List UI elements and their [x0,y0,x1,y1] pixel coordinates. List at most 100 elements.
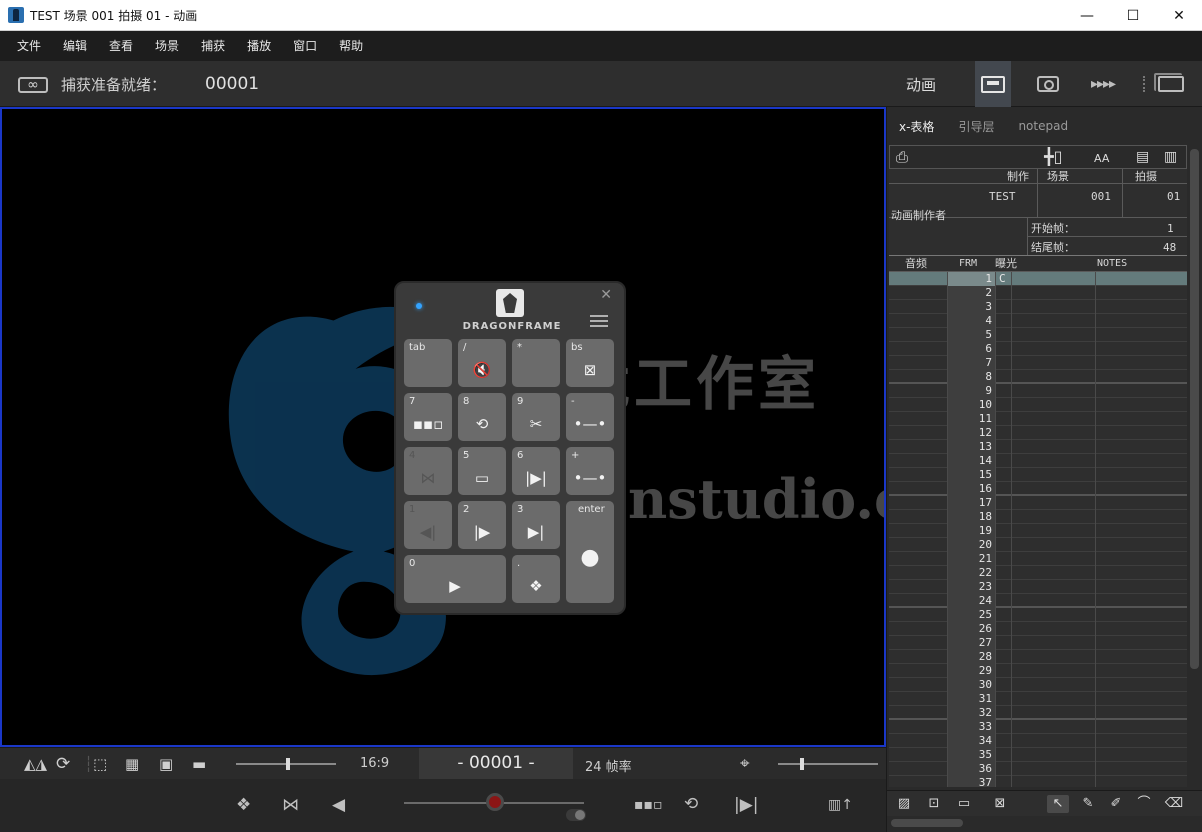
frame-row[interactable]: 35 [889,748,1187,762]
print-icon[interactable]: ⎙ [896,149,908,165]
frame-row[interactable]: 19 [889,524,1187,538]
frame-row[interactable]: 11 [889,412,1187,426]
menu-playback[interactable]: 播放 [236,31,282,61]
zoom-slider-thumb[interactable] [800,758,804,770]
timeline-expand-icon[interactable]: ▥↑ [828,795,853,815]
audio-track-icon[interactable]: ▨ [893,795,915,813]
menu-help[interactable]: 帮助 [328,31,374,61]
crosshair-icon[interactable]: ⌖ [740,755,750,773]
onion-toggle[interactable] [566,809,586,821]
onion-skin-toggle-icon[interactable]: ⋈ [282,795,299,815]
frame-row[interactable]: 20 [889,538,1187,552]
curve-tool-icon[interactable]: ⌒ [1133,795,1155,813]
key-3[interactable]: 3 ▶| [512,501,560,549]
opacity-slider-thumb[interactable] [286,758,290,770]
frame-rate[interactable]: 24 帧率 [585,756,632,775]
frame-row[interactable]: 10 [889,398,1187,412]
sheet-layout-icon[interactable]: ▤ [1136,149,1149,165]
eraser-tool-icon[interactable]: ⌫ [1163,795,1185,813]
frame-row[interactable]: 3 [889,300,1187,314]
key-6[interactable]: 6 |▶| [512,447,560,495]
frame-row[interactable]: 4 [889,314,1187,328]
key-minus[interactable]: - •—• [566,393,614,441]
frame-row[interactable]: 21 [889,552,1187,566]
key-2[interactable]: 2 |▶ [458,501,506,549]
frame-row[interactable]: 24 [889,594,1187,608]
key-7[interactable]: 7 ▪▪▫ [404,393,452,441]
safe-area-icon[interactable]: ⬚ [93,755,107,773]
animation-mode-button[interactable] [975,61,1011,107]
record-indicator-icon[interactable] [486,793,504,811]
frame-row[interactable]: 27 [889,636,1187,650]
horizontal-scrollbar[interactable] [891,819,963,827]
frame-row[interactable]: 14 [889,454,1187,468]
audio-mode-button[interactable]: ▸▸▸▸ [1085,61,1121,107]
frame-row[interactable]: 31 [889,692,1187,706]
frame-marker-icon[interactable]: ▭ [953,795,975,813]
frame-row[interactable]: 12 [889,426,1187,440]
frame-row[interactable]: 2 [889,286,1187,300]
menu-file[interactable]: 文件 [6,31,52,61]
highres-toggle-icon[interactable]: ❖ [236,795,251,815]
column-exposure[interactable]: 曝光 [995,257,1017,271]
column-audio[interactable]: 音频 [905,257,927,271]
key-enter[interactable]: enter ● [566,501,614,603]
key-plus[interactable]: + •—• [566,447,614,495]
menu-view[interactable]: 查看 [98,31,144,61]
mask-icon[interactable]: ▣ [159,755,173,773]
refresh-icon[interactable]: ⟳ [56,755,70,773]
camera-viewer[interactable]: 睡龙工作室 网站 lemonstudio.com ✕ DRAGONFRAME t… [0,107,886,747]
frame-row[interactable]: 8 [889,370,1187,384]
key-dot[interactable]: . ❖ [512,555,560,603]
toggle-live-icon[interactable]: |▶| [734,795,759,815]
vertical-scrollbar[interactable] [1190,149,1199,669]
tab-guide-layer[interactable]: 引导层 [958,118,994,135]
frame-row[interactable]: 33 [889,720,1187,734]
font-size-icon[interactable]: AA [1094,151,1109,167]
keypad-close-icon[interactable]: ✕ [600,287,612,303]
x-sheet-grid[interactable]: 制作 场景 拍摄 TEST 001 01 动画制作者 开始帧： 1 结尾帧： 4… [889,169,1187,787]
frame-row[interactable]: 25 [889,608,1187,622]
key-0[interactable]: 0 ▶ [404,555,506,603]
key-backspace[interactable]: bs ⊠ [566,339,614,387]
menu-capture[interactable]: 捕获 [190,31,236,61]
short-play-icon[interactable]: ▪▪▫ [634,795,662,815]
minimize-button[interactable]: — [1064,0,1110,31]
cinematography-mode-button[interactable] [1153,61,1189,107]
frame-row[interactable]: 29 [889,664,1187,678]
frame-row[interactable]: 6 [889,342,1187,356]
menu-edit[interactable]: 编辑 [52,31,98,61]
frame-row[interactable]: 5 [889,328,1187,342]
menu-scene[interactable]: 场景 [144,31,190,61]
keypad-menu-icon[interactable] [590,315,608,327]
frame-row[interactable]: 1C [889,272,1187,286]
key-4[interactable]: 4 ⋈ [404,447,452,495]
loop-icon[interactable]: ∞ [18,77,48,93]
menu-window[interactable]: 窗口 [282,31,328,61]
key-tab[interactable]: tab [404,339,452,387]
frame-row[interactable]: 32 [889,706,1187,720]
frame-row[interactable]: 37 [889,776,1187,787]
key-9[interactable]: 9 ✂ [512,393,560,441]
frame-row[interactable]: 36 [889,762,1187,776]
flip-icon[interactable]: ◭◮ [24,755,47,773]
column-frm[interactable]: FRM [959,257,977,271]
frame-row[interactable]: 23 [889,580,1187,594]
column-notes[interactable]: NOTES [1097,257,1127,271]
frame-row[interactable]: 18 [889,510,1187,524]
marker-tool-icon[interactable]: ✐ [1105,795,1127,813]
camera-mode-button[interactable] [1030,61,1066,107]
frame-row[interactable]: 26 [889,622,1187,636]
frame-row[interactable]: 22 [889,566,1187,580]
select-tool-icon[interactable]: ↖ [1047,795,1069,813]
zoom-slider-track[interactable] [778,763,878,765]
frame-row[interactable]: 34 [889,734,1187,748]
close-button[interactable]: ✕ [1156,0,1202,31]
frame-row[interactable]: 9 [889,384,1187,398]
key-1[interactable]: 1 ◀| [404,501,452,549]
key-star[interactable]: * [512,339,560,387]
frame-row[interactable]: 7 [889,356,1187,370]
loop-icon[interactable]: ⟲ [684,794,698,814]
add-column-icon[interactable]: ╋▯ [1044,149,1062,165]
clear-cell-icon[interactable]: ⊠ [989,795,1011,813]
